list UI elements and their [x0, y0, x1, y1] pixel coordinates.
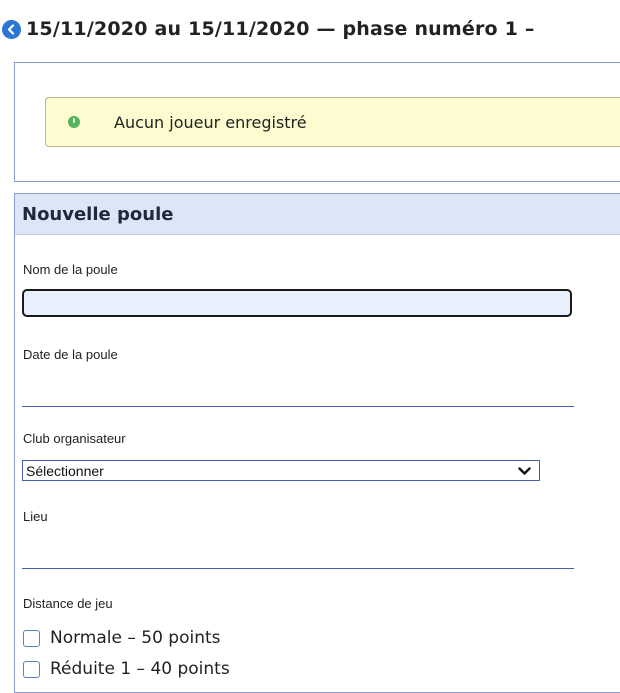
lieu-input[interactable] — [22, 546, 574, 569]
cropped-top-text: · — [0, 0, 620, 6]
section-title: Nouvelle poule — [22, 203, 174, 225]
chevron-down-icon — [518, 461, 531, 480]
checkbox[interactable] — [23, 660, 40, 678]
distance-option-reduite-1[interactable]: Réduite 1 – 40 points — [23, 659, 230, 679]
distance-label: Distance de jeu — [23, 596, 113, 611]
no-players-alert: Aucun joueur enregistré — [45, 97, 620, 147]
distance-option-normale[interactable]: Normale – 50 points — [23, 628, 221, 648]
section-header: Nouvelle poule — [15, 194, 620, 235]
checkbox-label: Réduite 1 – 40 points — [50, 659, 230, 679]
lieu-label: Lieu — [23, 509, 48, 524]
phase-title: 15/11/2020 au 15/11/2020 — phase numéro … — [26, 18, 535, 40]
pool-date-input[interactable] — [22, 384, 574, 407]
back-arrow-circle-icon[interactable] — [2, 19, 21, 39]
players-panel: Aucun joueur enregistré — [14, 62, 620, 182]
pool-date-label: Date de la poule — [23, 347, 118, 362]
club-select-value: Sélectionner — [26, 462, 104, 479]
pool-name-input[interactable] — [22, 289, 572, 317]
alert-message: Aucun joueur enregistré — [114, 112, 307, 132]
club-label: Club organisateur — [23, 431, 126, 446]
pool-name-label: Nom de la poule — [23, 262, 118, 277]
info-dot-icon — [68, 116, 80, 128]
new-pool-form: Nouvelle poule Nom de la poule Date de l… — [14, 193, 620, 693]
checkbox[interactable] — [23, 629, 40, 647]
page-header: 15/11/2020 au 15/11/2020 — phase numéro … — [0, 14, 620, 44]
checkbox-label: Normale – 50 points — [50, 628, 221, 648]
club-select[interactable]: Sélectionner — [22, 460, 540, 481]
